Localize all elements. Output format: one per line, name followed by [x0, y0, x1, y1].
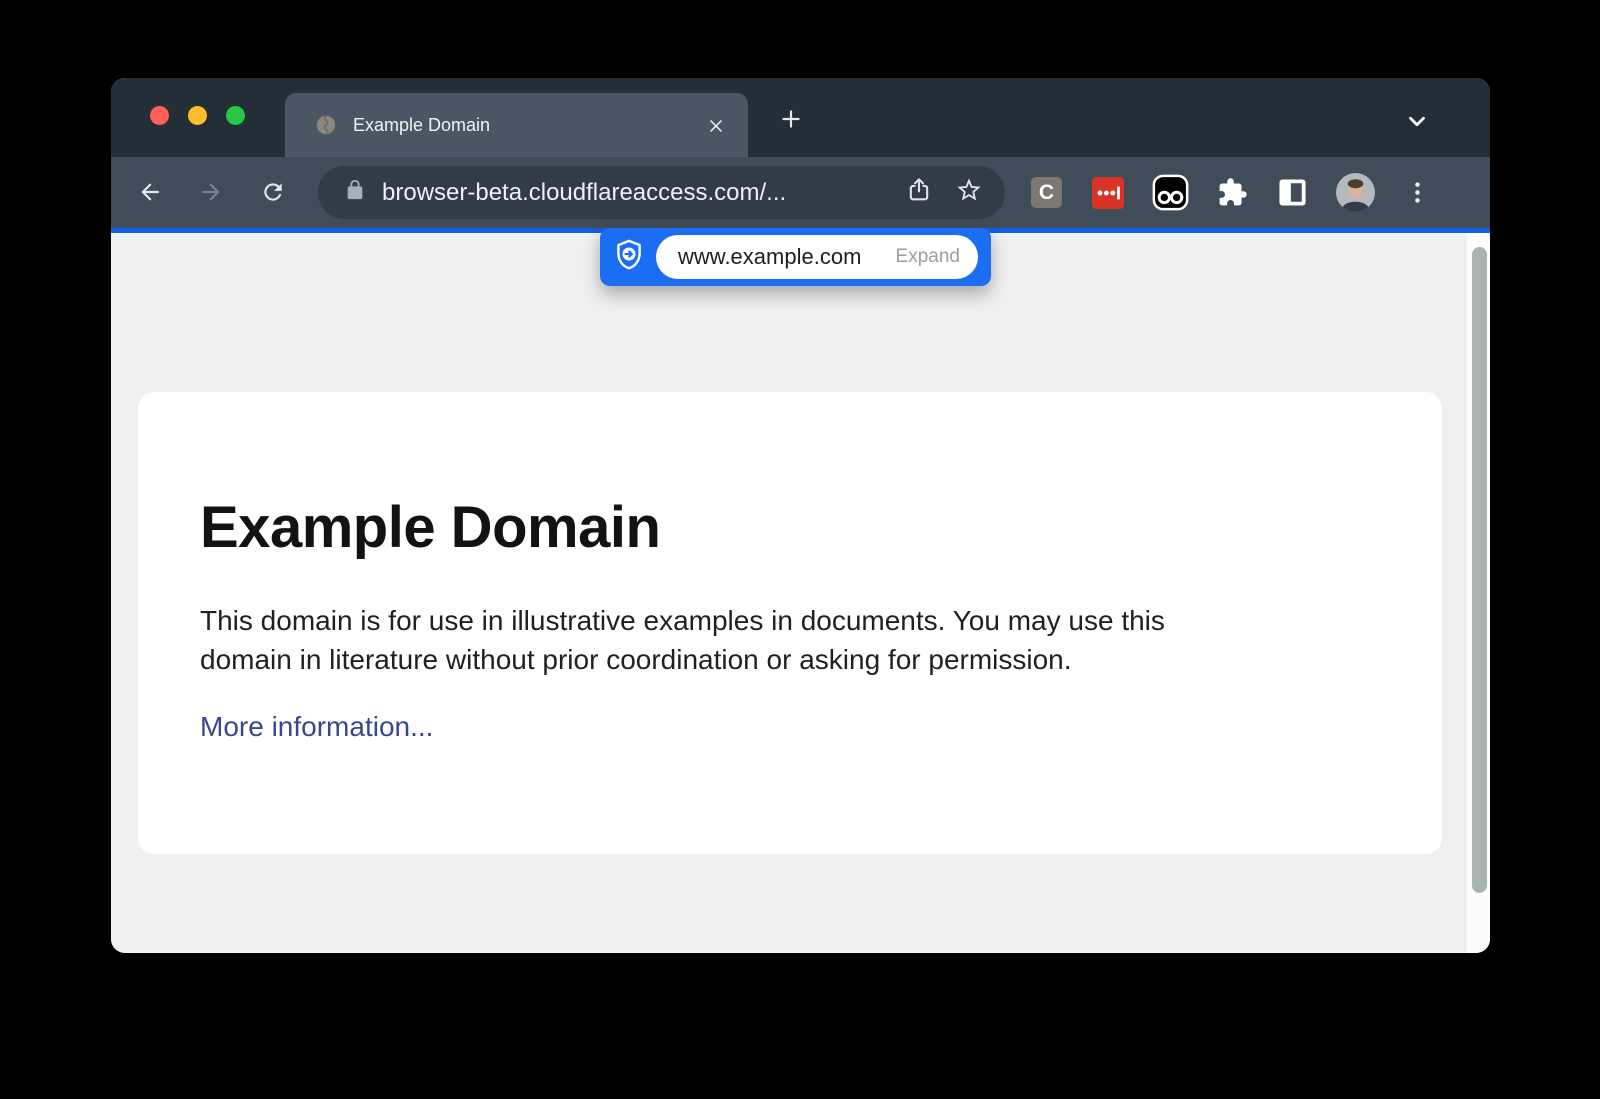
- paragraph-line: This domain is for use in illustrative e…: [200, 601, 1442, 640]
- expand-button[interactable]: Expand: [896, 246, 960, 268]
- screenshot-background: Example Domain: [0, 0, 1600, 1099]
- reload-icon[interactable]: [260, 179, 286, 210]
- address-bar[interactable]: browser-beta.cloudflareaccess.com/...: [318, 166, 1005, 219]
- scrollbar-thumb[interactable]: [1472, 247, 1487, 893]
- more-information-link[interactable]: More information...: [200, 711, 433, 743]
- browser-menu-button[interactable]: [1404, 179, 1431, 206]
- tab-strip: Example Domain: [111, 78, 1490, 157]
- tab-example-domain[interactable]: Example Domain: [285, 93, 748, 157]
- new-tab-button[interactable]: [778, 106, 804, 137]
- profile-avatar[interactable]: [1336, 173, 1375, 212]
- page-content: www.example.com Expand Example Domain Th…: [111, 233, 1490, 953]
- tab-close-icon[interactable]: [706, 116, 726, 141]
- password-manager-extension-icon[interactable]: [1092, 177, 1124, 209]
- browser-window: Example Domain: [111, 78, 1490, 953]
- chevron-down-icon[interactable]: [1404, 108, 1430, 139]
- traffic-lights: [150, 106, 245, 125]
- zoom-window-button[interactable]: [226, 106, 245, 125]
- tab-title: Example Domain: [353, 93, 490, 157]
- toolbar: browser-beta.cloudflareaccess.com/... C: [111, 157, 1490, 228]
- content-card: Example Domain This domain is for use in…: [138, 392, 1442, 854]
- isolation-url-pill[interactable]: www.example.com Expand: [656, 235, 978, 279]
- bookmark-star-icon[interactable]: [955, 176, 983, 209]
- paragraph-line: domain in literature without prior coord…: [200, 640, 1442, 679]
- isolated-hostname: www.example.com: [678, 244, 861, 270]
- shield-arrow-icon: [612, 238, 646, 277]
- isolation-url-banner[interactable]: www.example.com Expand: [600, 228, 991, 286]
- side-panel-icon[interactable]: [1278, 178, 1307, 207]
- minimize-window-button[interactable]: [188, 106, 207, 125]
- page-paragraph: This domain is for use in illustrative e…: [200, 601, 1442, 679]
- address-bar-url[interactable]: browser-beta.cloudflareaccess.com/...: [382, 179, 905, 207]
- page-title: Example Domain: [200, 494, 1442, 561]
- forward-icon[interactable]: [198, 179, 224, 210]
- goggles-extension-icon[interactable]: [1152, 174, 1189, 211]
- back-icon[interactable]: [137, 179, 163, 210]
- close-window-button[interactable]: [150, 106, 169, 125]
- extension-c-icon[interactable]: C: [1031, 177, 1062, 208]
- lock-icon[interactable]: [344, 179, 366, 206]
- globe-favicon-icon: [315, 114, 337, 141]
- share-icon[interactable]: [905, 176, 933, 209]
- scrollbar-track[interactable]: [1467, 233, 1490, 953]
- extensions-puzzle-icon[interactable]: [1217, 177, 1248, 208]
